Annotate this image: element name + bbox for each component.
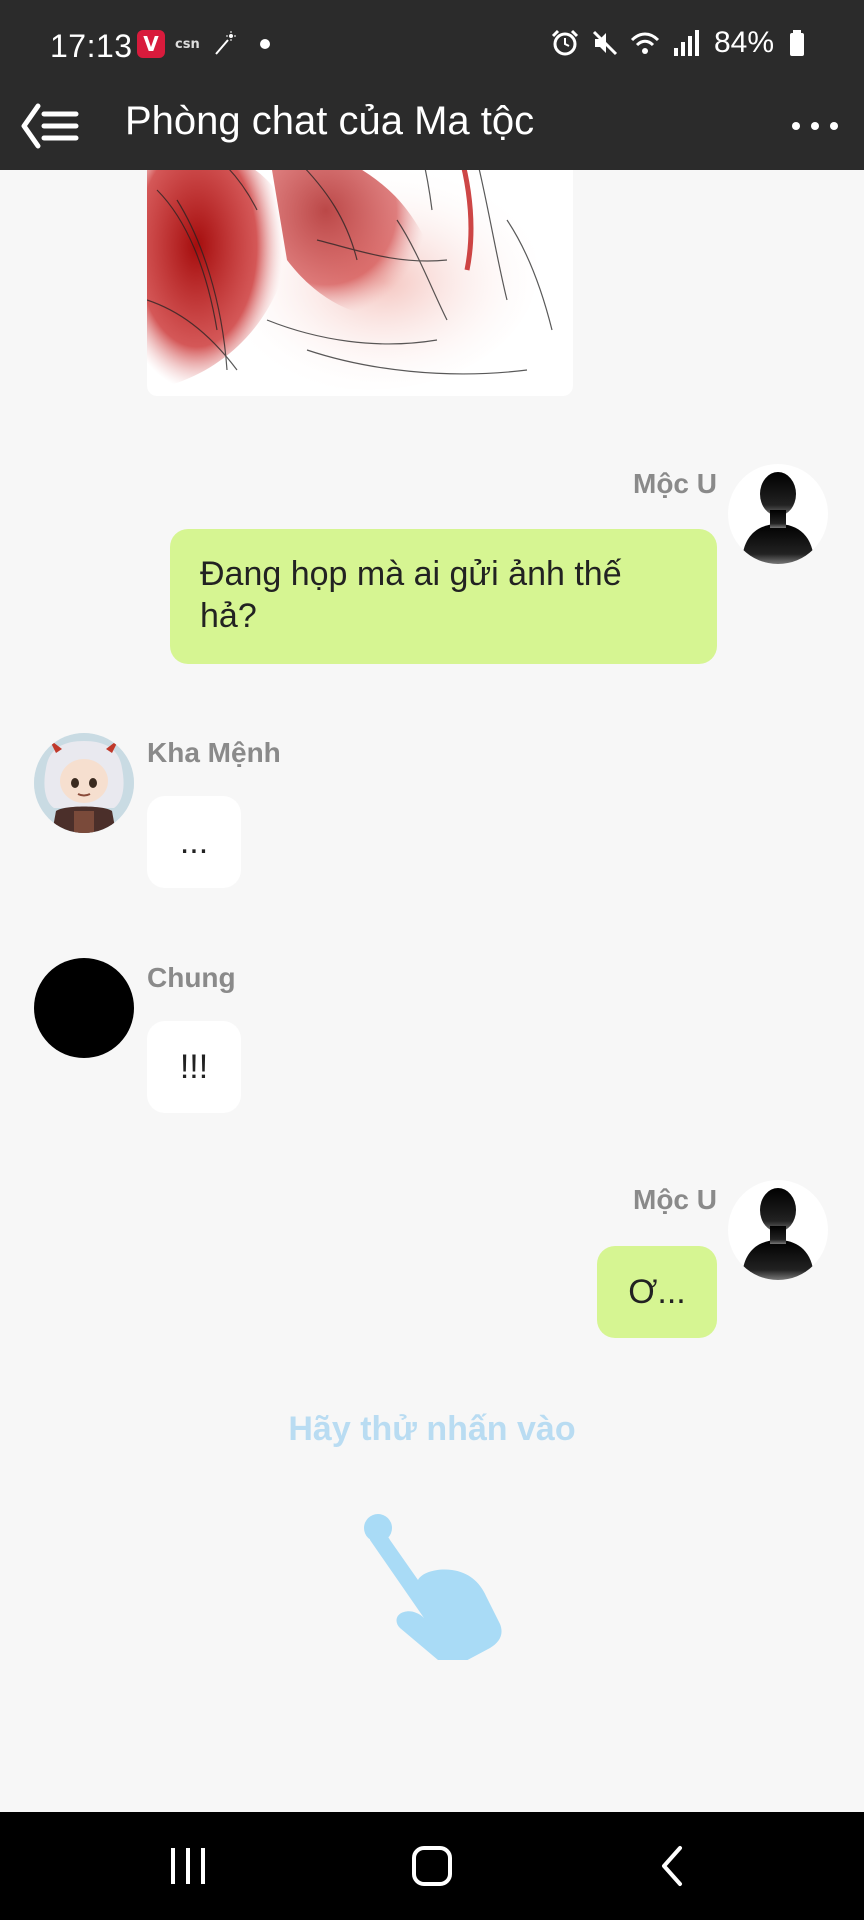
status-left-icons: V csn [137, 30, 270, 58]
sender-name: Kha Mệnh [147, 737, 281, 768]
top-bar: 17:13 V csn 84% Phòng chat của Ma tộc [0, 0, 864, 170]
message-bubble-outgoing[interactable]: Ơ... [597, 1246, 717, 1338]
wifi-icon [630, 32, 660, 54]
back-icon[interactable] [632, 1836, 712, 1896]
message-text-line: hả? [200, 597, 257, 635]
status-time: 17:13 [50, 28, 133, 64]
message-bubble-outgoing[interactable]: Đang họp mà ai gửi ảnh thế hả? [170, 529, 717, 664]
message-bubble-incoming[interactable]: ... [147, 796, 241, 888]
user-avatar[interactable] [728, 1180, 828, 1280]
mute-icon [592, 30, 618, 56]
anime-avatar-icon [34, 733, 134, 833]
silhouette-avatar-icon [742, 472, 814, 564]
message-bubble-incoming[interactable]: !!! [147, 1021, 241, 1113]
user-avatar[interactable] [34, 733, 134, 833]
magic-wand-icon [214, 31, 236, 55]
home-icon[interactable] [392, 1836, 472, 1896]
vivaldi-icon: V [137, 30, 165, 58]
system-nav-bar [0, 1812, 864, 1920]
sender-name: Chung [147, 962, 236, 993]
back-list-icon[interactable] [18, 100, 84, 152]
chat-title: Phòng chat của Ma tộc [125, 99, 535, 143]
battery-percent: 84% [713, 26, 774, 59]
message-text: !!! [179, 1048, 209, 1086]
notification-dot-icon [259, 39, 270, 49]
more-dots-icon[interactable] [788, 102, 842, 150]
app-bar: Phòng chat của Ma tộc [0, 96, 864, 170]
status-bar: 17:13 V csn 84% [0, 0, 864, 96]
message-text: Ơ... [628, 1273, 686, 1311]
csn-icon: csn [175, 37, 200, 52]
sender-name: Mộc U [633, 468, 717, 499]
status-right-icons: 84% [550, 26, 814, 60]
battery-icon [790, 30, 804, 56]
user-avatar[interactable] [728, 464, 828, 564]
tap-hand-icon[interactable] [360, 1510, 510, 1667]
message-text-line: Đang họp mà ai gửi ảnh thế [200, 555, 622, 593]
signal-icon [673, 30, 699, 56]
csn-label: csn [175, 36, 200, 52]
sender-name: Mộc U [633, 1184, 717, 1215]
recent-apps-icon[interactable] [148, 1836, 228, 1896]
message-text: ... [179, 823, 209, 861]
user-avatar[interactable] [34, 958, 134, 1058]
silhouette-avatar-icon [742, 1188, 814, 1280]
tap-hint-text[interactable]: Hãy thử nhấn vào [0, 1410, 864, 1449]
chat-content: Mộc U Đang họp mà ai gửi ảnh thế hả? Kha… [0, 0, 864, 1812]
alarm-icon [551, 29, 579, 56]
